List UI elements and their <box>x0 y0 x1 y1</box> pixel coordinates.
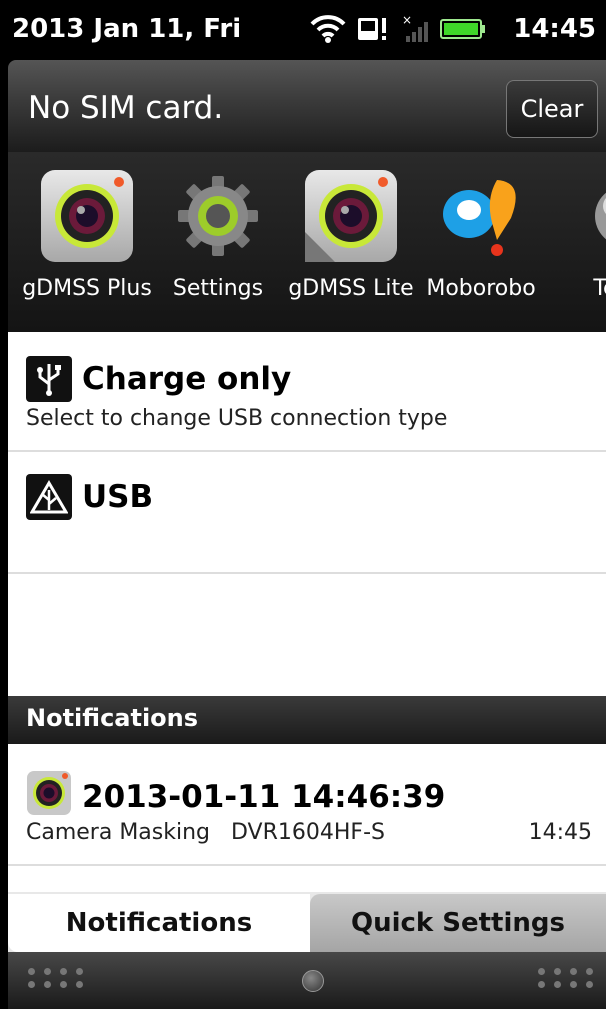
sd-card-warning-icon <box>356 14 390 48</box>
app-gdmss-plus[interactable]: gDMSS Plus <box>12 170 162 301</box>
usb-icon <box>26 356 72 402</box>
divider <box>8 864 606 866</box>
app-label: Settings <box>172 276 264 301</box>
app-gdmss-lite[interactable]: gDMSS Lite <box>276 170 426 301</box>
grip-dots-right <box>538 968 594 988</box>
tab-notifications[interactable]: Notifications <box>8 894 310 952</box>
camera-lite-app-icon <box>305 170 397 262</box>
status-bar: 2013 Jan 11, Fri × 14:45 <box>0 0 606 60</box>
app-label: gDMSS Plus <box>22 276 152 301</box>
usb-mode-title: Charge only <box>82 361 292 397</box>
tab-quick-settings[interactable]: Quick Settings <box>310 894 606 952</box>
status-icons: × <box>310 13 486 48</box>
usb-mode-subtitle: Select to change USB connection type <box>26 406 448 431</box>
recent-apps-strip: gDMSS Plus Settings gDMSS Lite Moborobo … <box>8 152 606 332</box>
app-label: Tec <box>593 276 606 301</box>
notification-title: 2013-01-11 14:46:39 <box>82 779 446 815</box>
usb-debug-row[interactable]: USB <box>26 474 153 520</box>
panel-tabs: Notifications Quick Settings <box>8 892 606 952</box>
camera-app-icon <box>26 770 72 824</box>
drag-knob[interactable] <box>302 970 324 992</box>
grip-dots-left <box>28 968 84 988</box>
camera-app-icon <box>41 170 133 262</box>
notifications-list: 2013-01-11 14:46:39 Camera Masking DVR16… <box>8 744 606 892</box>
app-moborobo[interactable]: Moborobo <box>406 170 556 301</box>
no-signal-icon: × <box>400 13 430 48</box>
app-label: gDMSS Lite <box>288 276 414 301</box>
app-label: Moborobo <box>426 276 536 301</box>
sim-status-bar: No SIM card. Clear <box>8 60 606 152</box>
notification-time: 14:45 <box>528 820 592 845</box>
wifi-icon <box>310 14 346 48</box>
svg-text:×: × <box>402 14 412 27</box>
globe-icon <box>565 170 606 262</box>
sim-status-text: No SIM card. <box>28 90 224 126</box>
notifications-header: Notifications <box>8 696 606 744</box>
shade-drag-handle[interactable] <box>8 952 606 1009</box>
usb-debug-title: USB <box>82 479 154 515</box>
notification-text: Camera Masking DVR1604HF-S <box>26 820 385 845</box>
divider <box>8 450 606 452</box>
clear-button[interactable]: Clear <box>506 80 598 138</box>
gear-icon <box>172 170 264 262</box>
ongoing-panel: Charge only Select to change USB connect… <box>8 332 606 696</box>
status-date: 2013 Jan 11, Fri <box>12 14 242 44</box>
notification-item[interactable]: 2013-01-11 14:46:39 <box>26 770 445 824</box>
status-time: 14:45 <box>513 14 596 44</box>
usb-mode-row[interactable]: Charge only <box>26 356 291 402</box>
warning-triangle-icon <box>26 474 72 520</box>
battery-icon <box>440 17 486 45</box>
divider <box>8 572 606 574</box>
app-settings[interactable]: Settings <box>143 170 293 301</box>
app-tec[interactable]: Tec <box>536 170 606 301</box>
moborobo-icon <box>435 170 527 262</box>
